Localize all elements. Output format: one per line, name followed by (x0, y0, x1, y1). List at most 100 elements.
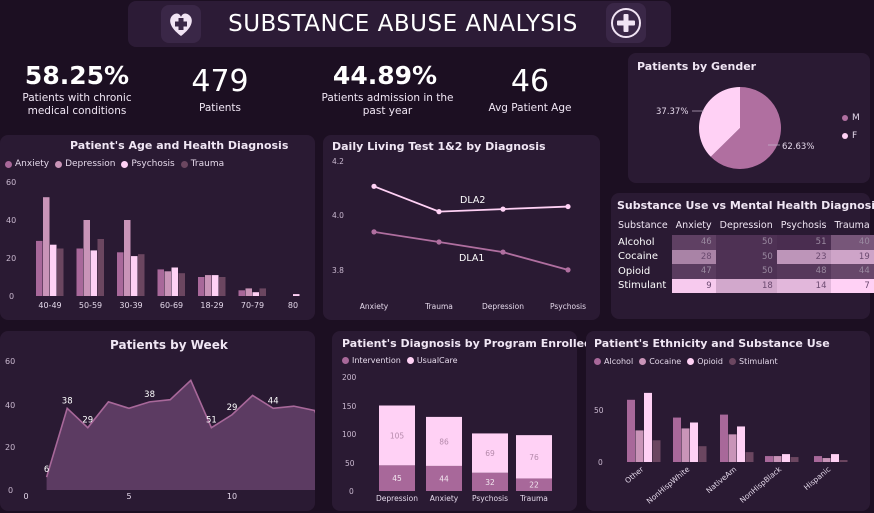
program-xtick: Anxiety (430, 494, 459, 503)
age-bar-anxiety[interactable] (117, 252, 124, 296)
kpi-chronic-value: 58.25% (24, 61, 130, 90)
week-point-label: 29 (227, 403, 238, 413)
age-bar-psychosis[interactable] (90, 250, 98, 296)
age-bar-depression[interactable] (43, 197, 50, 296)
ethnicity-bar-stimulant[interactable] (745, 452, 754, 462)
heatmap-cell[interactable]: 48 (776, 264, 831, 279)
gender-legend-f: F (842, 131, 857, 141)
ethnicity-bar-stimulant[interactable] (839, 460, 848, 462)
age-bar-depression[interactable] (83, 220, 91, 296)
ethnicity-bar-alcohol[interactable] (673, 417, 681, 462)
dla-point-dla2[interactable] (371, 183, 377, 189)
age-ytick-20: 20 (6, 254, 16, 263)
age-bar-anxiety[interactable] (238, 290, 246, 296)
age-bar-trauma[interactable] (259, 288, 267, 296)
week-point-label: 38 (62, 396, 73, 406)
dla-point-dla1[interactable] (500, 249, 506, 255)
age-bar-trauma[interactable] (57, 248, 64, 297)
ethnicity-bar-cocaine[interactable] (728, 434, 737, 462)
program-ytick-200: 200 (342, 373, 357, 382)
dla-panel: Daily Living Test 1&2 by Diagnosis 4.2 4… (323, 135, 600, 320)
heatmap-col-trauma: Trauma (834, 219, 870, 231)
age-bar-psychosis[interactable] (293, 294, 300, 296)
ethnicity-bar-opioid[interactable] (782, 454, 790, 462)
ethnicity-bar-stimulant[interactable] (790, 457, 799, 462)
heatmap-cell[interactable]: 19 (830, 249, 874, 264)
heatmap-col-anxiety: Anxiety (675, 219, 712, 231)
dla-point-dla2[interactable] (500, 206, 506, 212)
ethnicity-bar-alcohol[interactable] (814, 456, 822, 462)
dla-point-dla2[interactable] (565, 203, 571, 210)
age-bar-anxiety[interactable] (76, 248, 84, 297)
heatmap-cell[interactable]: 9 (671, 278, 716, 293)
age-bar-depression[interactable] (245, 288, 253, 296)
ethnicity-bar-cocaine[interactable] (822, 458, 831, 462)
heart-plus-icon[interactable] (161, 5, 201, 43)
pie-label-f: 37.37% (656, 107, 688, 117)
ethnicity-bar-stimulant[interactable] (652, 440, 661, 462)
age-bar-psychosis[interactable] (252, 292, 260, 296)
age-bar-psychosis[interactable] (50, 244, 57, 296)
heatmap-cell[interactable]: 28 (671, 249, 716, 264)
age-panel: Patient's Age and Health Diagnosis Anxie… (0, 135, 315, 320)
kpi-chronic-label: Patients with chronic medical conditions (22, 92, 132, 117)
program-bar-label: 44 (439, 474, 449, 483)
dla-xtick: Trauma (424, 302, 453, 311)
dla-point-dla2[interactable] (436, 209, 442, 215)
age-bar-trauma[interactable] (138, 254, 145, 296)
heatmap-cell[interactable]: 51 (776, 235, 831, 250)
ethnicity-bar-cocaine[interactable] (681, 428, 690, 462)
week-ytick-0: 0 (8, 486, 13, 495)
age-bar-psychosis[interactable] (131, 256, 138, 296)
age-bar-trauma[interactable] (178, 273, 186, 296)
dla-xtick: Depression (482, 302, 524, 311)
program-xtick: Depression (376, 494, 418, 503)
heatmap-cell[interactable]: 7 (830, 278, 874, 293)
ethnicity-bar-cocaine[interactable] (635, 430, 644, 462)
week-ytick-20: 20 (5, 443, 15, 452)
program-panel: Patient's Diagnosis by Program Enrolled … (332, 331, 592, 511)
dla-line-dla1[interactable] (373, 231, 569, 271)
pie-label-m: 62.63% (782, 142, 814, 152)
program-xtick: Trauma (519, 494, 548, 503)
ethnicity-panel: Patient's Ethnicity and Substance Use Al… (586, 331, 870, 511)
dla-xtick: Anxiety (360, 302, 389, 311)
ethnicity-bar-cocaine[interactable] (773, 456, 782, 462)
age-bar-anxiety[interactable] (157, 269, 165, 296)
ethnicity-bar-opioid[interactable] (690, 422, 698, 463)
ethnicity-bar-opioid[interactable] (644, 392, 652, 462)
heatmap-cell[interactable]: 50 (715, 249, 777, 264)
heatmap-cell[interactable]: 46 (671, 235, 716, 250)
ethnicity-bar-opioid[interactable] (831, 454, 839, 462)
dla-point-dla1[interactable] (436, 239, 442, 245)
dla-point-dla1[interactable] (371, 229, 377, 235)
ethnicity-bar-alcohol[interactable] (627, 399, 635, 462)
heatmap-cell[interactable]: 47 (671, 264, 716, 279)
plus-circle-icon[interactable] (606, 3, 646, 43)
age-bar-depression[interactable] (124, 220, 131, 296)
age-bar-depression[interactable] (205, 275, 212, 296)
age-bar-anxiety[interactable] (36, 240, 43, 296)
age-xtick: 30-39 (119, 301, 142, 310)
heatmap-cell[interactable]: 50 (715, 264, 777, 279)
age-bar-trauma[interactable] (219, 277, 226, 296)
heatmap-cell[interactable]: 23 (776, 249, 831, 264)
age-bar-psychosis[interactable] (212, 275, 219, 296)
heatmap-cell[interactable]: 40 (830, 235, 874, 250)
heatmap-col-depression: Depression (719, 219, 773, 231)
ethnicity-bar-opioid[interactable] (737, 426, 745, 462)
ethnicity-bar-stimulant[interactable] (698, 446, 707, 462)
heatmap-cell[interactable]: 44 (830, 264, 874, 279)
age-bar-anxiety[interactable] (198, 277, 205, 296)
dla-chart: 4.2 4.0 3.8 Anxiety Trauma Depression Psych… (332, 157, 586, 311)
ethnicity-bar-alcohol[interactable] (765, 456, 773, 462)
age-bar-trauma[interactable] (97, 239, 105, 296)
age-bar-psychosis[interactable] (171, 267, 179, 297)
heatmap-cell[interactable]: 18 (715, 278, 777, 293)
ethnicity-ytick-50: 50 (594, 406, 604, 415)
heatmap-cell[interactable]: 50 (715, 235, 777, 250)
heatmap-cell[interactable]: 14 (776, 278, 831, 293)
age-bar-depression[interactable] (164, 271, 172, 296)
dla-point-dla1[interactable] (565, 267, 571, 273)
ethnicity-bar-alcohol[interactable] (720, 414, 728, 462)
